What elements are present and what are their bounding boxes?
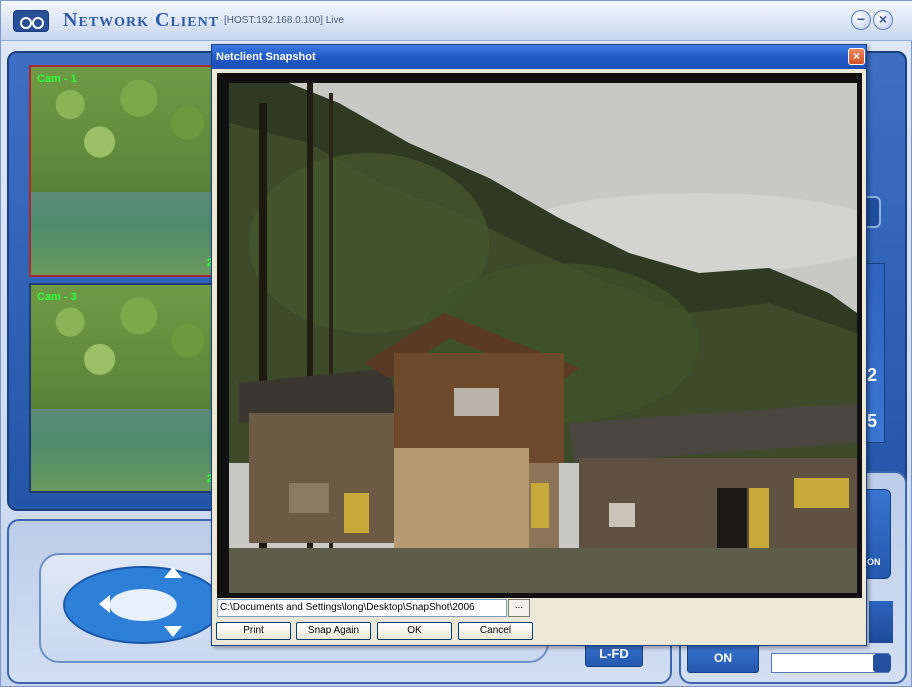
- house-left: [249, 413, 399, 543]
- dialog-close-button[interactable]: ×: [848, 48, 865, 65]
- app-titlebar: Network Client [HOST:192.168.0.100] Live…: [1, 1, 912, 41]
- close-app-button[interactable]: ×: [873, 10, 893, 30]
- volume-slider-track[interactable]: [771, 653, 889, 673]
- snapshot-dialog: Netclient Snapshot × C:\Documents and Se…: [211, 44, 867, 646]
- save-path-field[interactable]: C:\Documents and Settings\long\Desktop\S…: [217, 599, 507, 617]
- window-yellow: [794, 478, 849, 508]
- camera-image-water: [31, 408, 227, 491]
- ground: [229, 548, 857, 593]
- camera-image-water: [31, 191, 227, 275]
- app-title: Network Client: [63, 9, 220, 31]
- snapshot-image: [229, 83, 857, 593]
- minimize-button[interactable]: −: [851, 10, 871, 30]
- snapshot-scene: [229, 83, 857, 593]
- dialog-title: Netclient Snapshot: [216, 51, 316, 63]
- arrow-left-icon[interactable]: [99, 595, 110, 613]
- window: [289, 483, 329, 513]
- camera-label: Cam - 3: [37, 291, 77, 303]
- camera-view-3[interactable]: Cam - 3 200: [29, 283, 229, 493]
- on-button[interactable]: ON: [687, 643, 759, 673]
- door-yellow: [531, 483, 549, 528]
- close-icon: ×: [878, 11, 888, 27]
- side-panel-block: [869, 601, 893, 643]
- house-sign: [454, 388, 499, 416]
- door-dark: [717, 488, 747, 553]
- arrow-up-icon[interactable]: [164, 567, 182, 578]
- house-main-lower: [394, 448, 529, 553]
- snapshot-frame: [217, 73, 862, 598]
- close-icon: ×: [852, 49, 860, 63]
- door-yellow: [344, 493, 369, 533]
- side-on-label: ON: [867, 557, 881, 567]
- dialog-titlebar[interactable]: Netclient Snapshot ×: [212, 45, 866, 69]
- network-client-logo-icon: [13, 10, 49, 32]
- camera-image-trees: [31, 285, 227, 409]
- camera-image-trees: [31, 67, 227, 192]
- arrow-down-icon[interactable]: [164, 626, 182, 637]
- camera-view-1[interactable]: Cam - 1 200: [29, 65, 229, 277]
- cancel-button[interactable]: Cancel: [458, 622, 533, 640]
- snap-again-button[interactable]: Snap Again: [296, 622, 371, 640]
- window: [609, 503, 635, 527]
- browse-button[interactable]: ...: [508, 599, 530, 617]
- volume-slider-handle[interactable]: [873, 654, 891, 672]
- host-status-text: [HOST:192.168.0.100] Live: [224, 15, 345, 26]
- ptz-direction-pad[interactable]: [63, 566, 223, 644]
- right-panel-number: 2: [867, 365, 878, 385]
- right-panel-number: 5: [867, 411, 878, 431]
- minimize-icon: −: [856, 11, 866, 27]
- camera-label: Cam - 1: [37, 73, 77, 85]
- door-yellow: [749, 488, 769, 548]
- print-button[interactable]: Print: [216, 622, 291, 640]
- ok-button[interactable]: OK: [377, 622, 452, 640]
